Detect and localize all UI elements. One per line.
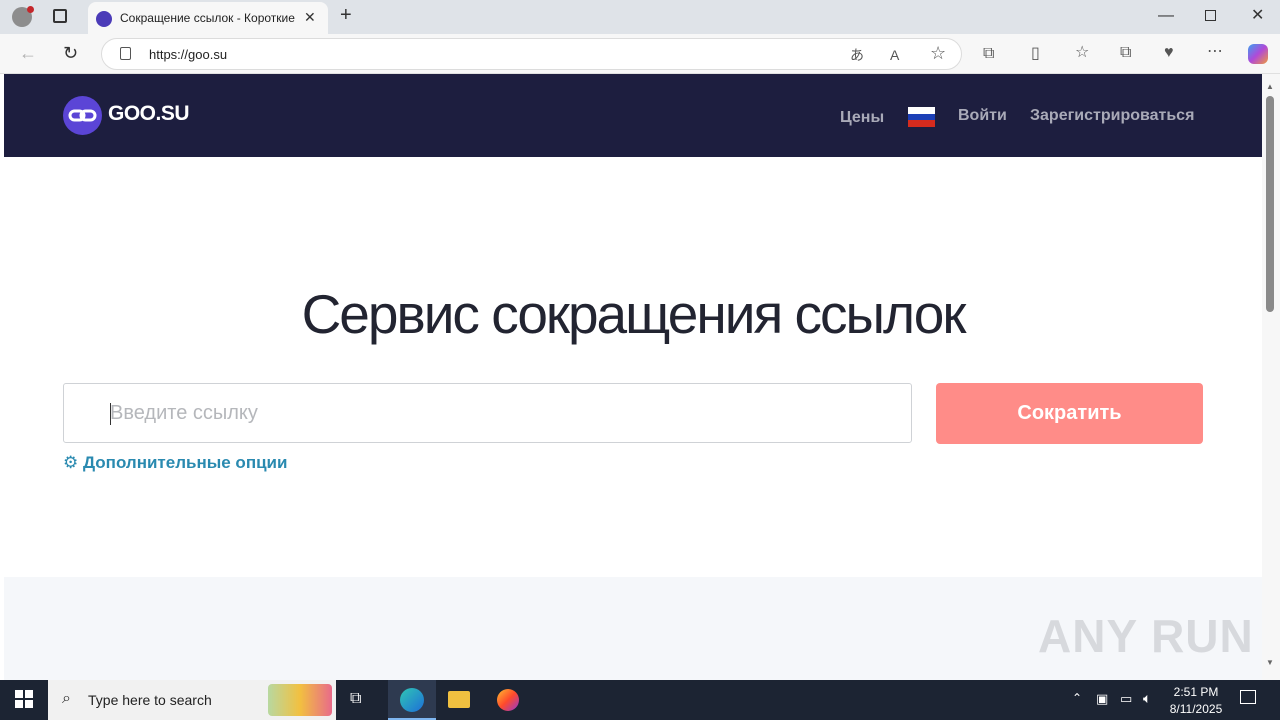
tab-close-icon[interactable]: ✕ — [304, 9, 316, 26]
active-tab[interactable]: Сокращение ссылок - Короткие ✕ — [88, 2, 328, 34]
additional-options-label: Дополнительные опции — [82, 453, 288, 472]
windows-taskbar: ⌕ Type here to search ⧉ ⌃ ▣ ▭ 🔈︎ 2:51 PM… — [0, 680, 1280, 720]
copilot-icon[interactable] — [1248, 44, 1268, 64]
address-bar[interactable]: https://goo.su あ A ☆ — [101, 38, 962, 70]
search-placeholder: Type here to search — [88, 692, 212, 708]
clock-time[interactable]: 2:51 PM — [1166, 685, 1226, 699]
clock-date[interactable]: 8/11/2025 — [1166, 702, 1226, 716]
scroll-down-icon[interactable]: ▼ — [1266, 658, 1274, 667]
anyrun-watermark: ANY RUN — [1038, 610, 1254, 662]
nav-prices-link[interactable]: Цены — [840, 109, 884, 127]
page-scrollbar[interactable]: ▲ ▼ — [1262, 74, 1280, 680]
gears-icon: ⚙ — [63, 453, 79, 472]
more-options-icon[interactable]: ⋯ — [1207, 44, 1223, 60]
windows-start-icon[interactable] — [15, 690, 33, 708]
nav-login-link[interactable]: Войти — [958, 107, 1007, 125]
minimize-icon[interactable]: — — [1158, 8, 1174, 24]
back-icon[interactable]: ← — [19, 44, 37, 62]
site-favicon-icon — [96, 11, 112, 27]
favorites-icon[interactable]: ☆ — [1075, 45, 1089, 61]
volume-icon[interactable]: 🔈︎ — [1143, 690, 1151, 707]
restore-icon[interactable] — [1205, 10, 1216, 21]
shorten-button[interactable]: Сократить — [936, 383, 1203, 444]
scroll-up-icon[interactable]: ▲ — [1266, 82, 1274, 91]
notification-dot — [27, 6, 34, 13]
tab-actions-icon[interactable] — [53, 9, 67, 23]
taskbar-search-box[interactable]: ⌕ Type here to search — [48, 680, 336, 720]
firefox-icon[interactable] — [497, 689, 519, 711]
reload-icon[interactable]: ↻ — [63, 44, 78, 62]
tray-chevron-icon[interactable]: ⌃ — [1072, 691, 1082, 705]
url-text[interactable]: https://goo.su — [149, 47, 227, 62]
extensions-icon[interactable]: ⧉ — [983, 46, 994, 62]
logo-link-icon[interactable] — [63, 96, 102, 135]
split-screen-icon[interactable]: ▯ — [1031, 46, 1040, 62]
notification-icon[interactable] — [1240, 690, 1256, 704]
translate-icon[interactable]: あ — [850, 47, 864, 63]
read-aloud-icon[interactable]: A — [890, 47, 899, 63]
site-info-icon[interactable] — [120, 47, 131, 60]
link-input[interactable] — [63, 383, 912, 443]
logo-text[interactable]: GOO.SU — [108, 102, 190, 126]
text-caret — [110, 403, 111, 425]
nav-register-link[interactable]: Зарегистрироваться — [1030, 107, 1194, 125]
scrollbar-thumb[interactable] — [1266, 96, 1274, 312]
tab-strip: Сокращение ссылок - Короткие ✕ + — ✕ — [0, 0, 1280, 34]
tray-device-icon[interactable]: ▣ — [1096, 691, 1108, 707]
file-explorer-icon[interactable] — [448, 691, 470, 708]
russian-flag-icon[interactable] — [908, 107, 935, 128]
edge-taskbar-icon[interactable] — [388, 680, 436, 720]
browser-toolbar: ← ↻ https://goo.su あ A ☆ ⧉ ▯ ☆ ⧉ ♥ ⋯ — [0, 34, 1280, 74]
favorite-star-icon[interactable]: ☆ — [930, 44, 946, 62]
tab-title: Сокращение ссылок - Короткие — [120, 11, 295, 25]
web-page: GOO.SU Цены Войти Зарегистрироваться Сер… — [4, 74, 1262, 680]
search-highlight-icon — [268, 684, 332, 716]
close-window-icon[interactable]: ✕ — [1251, 8, 1264, 24]
collections-icon[interactable]: ⧉ — [1120, 45, 1131, 61]
edge-icon — [400, 688, 424, 712]
network-icon[interactable]: ▭ — [1120, 691, 1132, 707]
browser-essentials-icon[interactable]: ♥ — [1164, 45, 1174, 61]
search-icon: ⌕ — [62, 690, 71, 707]
additional-options-link[interactable]: ⚙ Дополнительные опции — [63, 453, 287, 473]
new-tab-icon[interactable]: + — [340, 5, 352, 25]
site-navbar: GOO.SU Цены Войти Зарегистрироваться — [4, 74, 1262, 157]
task-view-icon[interactable]: ⧉ — [350, 690, 361, 708]
page-title: Сервис сокращения ссылок — [301, 283, 967, 345]
